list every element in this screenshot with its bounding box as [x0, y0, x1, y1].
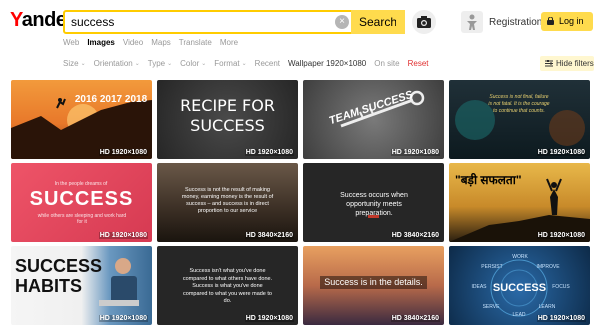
image-caption: SUCCESS HABITS — [15, 256, 103, 296]
image-result[interactable]: 2016 2017 2018 HD 1920×1080 — [11, 80, 152, 159]
image-result[interactable]: In the people dreams of Success while ot… — [11, 163, 152, 242]
resolution-badge: HD 1920×1080 — [98, 232, 148, 239]
image-caption: Success is in the details. — [324, 277, 423, 287]
resolution-badge: HD 1920×1080 — [244, 149, 294, 156]
concept-word: IDEAS — [471, 284, 487, 290]
search-button-arrow — [396, 10, 404, 34]
filter-format[interactable]: Format ⌄ — [214, 59, 246, 68]
concept-word: IMPROVE — [536, 264, 560, 270]
filter-wallpaper[interactable]: Wallpaper 1920×1080 — [288, 59, 366, 68]
service-tabs: Web Images Video Maps Translate More — [63, 38, 238, 52]
filter-on-site[interactable]: On site — [374, 59, 399, 68]
image-result[interactable]: SUCCESS HABITS HD 1920×1080 — [11, 246, 152, 325]
concept-word: LEAD — [512, 312, 526, 318]
tab-web[interactable]: Web — [63, 38, 79, 52]
image-result[interactable]: Success is not final, failure is not fat… — [449, 80, 590, 159]
image-caption-sub: while others are sleeping and work hard … — [37, 213, 127, 225]
resolution-badge: HD 3840×2160 — [390, 315, 440, 322]
concept-word: SERVE — [482, 304, 500, 310]
image-caption: Success isn't what you've done compared … — [182, 268, 273, 304]
resolution-badge: HD 1920×1080 — [98, 315, 148, 322]
concept-word: WORK — [512, 254, 528, 260]
filter-label: Size — [63, 59, 79, 68]
tab-maps[interactable]: Maps — [151, 38, 171, 52]
resolution-badge: HD 1920×1080 — [244, 315, 294, 322]
filter-size[interactable]: Size ⌄ — [63, 59, 86, 68]
chevron-down-icon: ⌄ — [201, 61, 207, 67]
filter-type[interactable]: Type ⌄ — [148, 59, 172, 68]
filter-bar: Size ⌄ Orientation ⌄ Type ⌄ Color ⌄ Format ⌄ … — [63, 59, 429, 68]
tab-images[interactable]: Images — [87, 38, 115, 52]
search-box: × Search — [63, 10, 405, 34]
filter-icon — [545, 60, 553, 67]
filter-label: Format — [214, 59, 240, 68]
image-result[interactable]: SUCCESS WORK IMPROVE PERSIST IDEAS FOCUS… — [449, 246, 590, 325]
search-input[interactable] — [65, 12, 345, 32]
resolution-badge: HD 1920×1080 — [536, 232, 586, 239]
resolution-badge: HD 1920×1080 — [390, 149, 440, 156]
image-result[interactable]: Success is not the result of making mone… — [157, 163, 298, 242]
image-result[interactable]: TEAM SUCCESS HD 1920×1080 — [303, 80, 444, 159]
filter-color[interactable]: Color ⌄ — [180, 59, 206, 68]
hide-filters-button[interactable]: Hide filters — [540, 56, 594, 71]
filter-label: Color — [180, 59, 200, 68]
camera-icon[interactable] — [412, 10, 436, 34]
registration-link[interactable]: Registration — [489, 17, 542, 28]
chevron-down-icon: ⌄ — [241, 61, 247, 67]
resolution-badge: HD 1920×1080 — [536, 315, 586, 322]
image-thumbnail — [11, 98, 152, 159]
tab-translate[interactable]: Translate — [179, 38, 212, 52]
image-caption: Success is not the result of making mone… — [181, 187, 274, 214]
image-thumbnail — [455, 100, 585, 146]
lock-icon — [547, 17, 554, 25]
filter-orientation[interactable]: Orientation ⌄ — [94, 59, 140, 68]
resolution-badge: HD 1920×1080 — [536, 149, 586, 156]
filter-recent[interactable]: Recent — [255, 59, 280, 68]
tab-video[interactable]: Video — [123, 38, 143, 52]
image-result[interactable]: Success isn't what you've done compared … — [157, 246, 298, 325]
chevron-down-icon: ⌄ — [167, 61, 173, 67]
hide-filters-label: Hide filters — [556, 59, 594, 68]
image-result[interactable]: Success is in the details. HD 3840×2160 — [303, 246, 444, 325]
image-result[interactable]: RECIPE FOR SUCCESS HD 1920×1080 — [157, 80, 298, 159]
filter-label: Type — [147, 59, 166, 68]
concept-word: FOCUS — [552, 284, 570, 290]
login-label: Log in — [559, 16, 584, 26]
image-caption: Success is not final, failure is not fat… — [488, 94, 550, 114]
logo-first-letter: Y — [10, 9, 22, 31]
image-caption: RECIPE FOR SUCCESS — [180, 96, 275, 135]
image-caption: SUCCESS — [492, 282, 547, 294]
resolution-badge: HD 3840×2160 — [390, 232, 440, 239]
reset-filters-link[interactable]: Reset — [408, 59, 429, 68]
image-caption: Success — [29, 188, 134, 210]
concept-word: LEARN — [538, 304, 556, 310]
chevron-down-icon: ⌄ — [134, 61, 140, 67]
image-caption: 2016 2017 2018 — [74, 94, 148, 105]
resolution-badge: HD 3840×2160 — [244, 232, 294, 239]
image-caption-top: In the people dreams of — [54, 181, 108, 187]
resolution-badge: HD 1920×1080 — [98, 149, 148, 156]
clear-icon[interactable]: × — [335, 15, 349, 29]
user-icon[interactable] — [461, 11, 483, 33]
tab-more[interactable]: More — [220, 38, 238, 52]
chevron-down-icon: ⌄ — [80, 61, 86, 67]
image-result[interactable]: Success occurs when opportunity meets pr… — [303, 163, 444, 242]
filter-label: Orientation — [93, 59, 133, 68]
concept-word: PERSIST — [481, 264, 503, 270]
image-result[interactable]: "बड़ी सफलता" HD 1920×1080 — [449, 163, 590, 242]
red-bar-decoration — [368, 215, 379, 218]
image-caption: Success occurs when opportunity meets pr… — [340, 192, 408, 217]
image-caption: "बड़ी सफलता" — [455, 173, 522, 187]
login-button[interactable]: Log in — [541, 12, 593, 31]
